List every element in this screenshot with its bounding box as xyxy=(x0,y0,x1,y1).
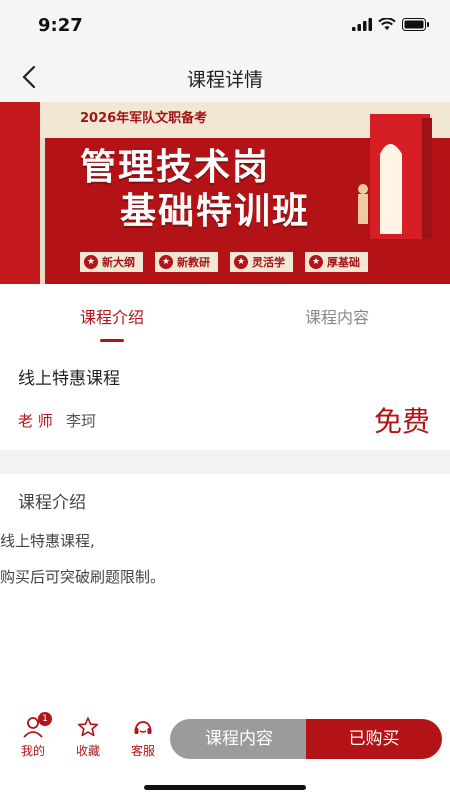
wifi-icon xyxy=(378,18,396,30)
teacher-label: 老 师 xyxy=(18,412,53,430)
course-info: 线上特惠课程 老 师 李珂 免费 xyxy=(0,346,450,450)
service-button[interactable]: 客服 xyxy=(125,716,161,759)
tab-course-content[interactable]: 课程内容 xyxy=(305,304,369,328)
tab-course-intro[interactable]: 课程介绍 xyxy=(80,304,144,328)
feature-tag: ★ 厚基础 xyxy=(305,252,368,272)
nav-bar: 课程详情 xyxy=(0,52,450,102)
teacher-name: 李珂 xyxy=(66,412,97,430)
feature-tag: ★ 灵活学 xyxy=(230,252,293,272)
favorite-label: 收藏 xyxy=(75,744,100,758)
headset-icon xyxy=(132,716,154,738)
detail-tabs: 课程介绍 课程内容 xyxy=(0,284,450,346)
thumbs-up-icon: ★ xyxy=(234,255,248,269)
section-divider xyxy=(0,450,450,474)
mine-button[interactable]: 1 我的 xyxy=(15,712,52,759)
feature-tag: ★ 新大纲 xyxy=(80,252,143,272)
thumbs-up-icon: ★ xyxy=(309,255,323,269)
banner-headline-2: 基础特训班 xyxy=(120,191,311,232)
bottom-action-bar: 1 我的 收藏 客服 课程内容 已购买 xyxy=(0,708,450,768)
intro-title: 课程介绍 xyxy=(18,493,86,513)
intro-text-line: 购买后可突破刷题限制。 xyxy=(0,568,166,586)
thumbs-up-icon: ★ xyxy=(159,255,173,269)
status-icons xyxy=(352,18,430,31)
notification-badge: 1 xyxy=(38,712,52,726)
course-name: 线上特惠课程 xyxy=(18,369,120,389)
signal-icon xyxy=(352,18,372,31)
favorite-button[interactable]: 收藏 xyxy=(70,716,106,759)
status-time: 9:27 xyxy=(38,15,83,36)
intro-text-line: 线上特惠课程, xyxy=(0,532,95,550)
star-icon xyxy=(77,716,99,738)
home-indicator xyxy=(144,785,306,790)
user-icon: 1 xyxy=(22,712,52,738)
course-price: 免费 xyxy=(373,405,430,438)
page-title: 课程详情 xyxy=(186,69,263,91)
purchased-button[interactable]: 已购买 xyxy=(306,719,442,759)
active-tab-indicator xyxy=(100,339,124,342)
thumbs-up-icon: ★ xyxy=(84,255,98,269)
banner-features: ★ 新大纲 ★ 新教研 ★ 灵活学 ★ 厚基础 xyxy=(80,252,368,272)
feature-tag: ★ 新教研 xyxy=(155,252,218,272)
battery-icon xyxy=(402,18,429,31)
banner-tag: 2026年军队文职备考 xyxy=(56,108,232,130)
book-illustration xyxy=(358,114,432,239)
status-bar: 9:27 xyxy=(0,0,450,52)
mine-label: 我的 xyxy=(20,744,45,758)
service-label: 客服 xyxy=(130,744,155,758)
course-content-button[interactable]: 课程内容 xyxy=(170,719,308,759)
course-banner: 2026年军队文职备考 管理技术岗 基础特训班 ★ 新大纲 ★ 新教研 ★ 灵活学 ★… xyxy=(0,102,450,284)
